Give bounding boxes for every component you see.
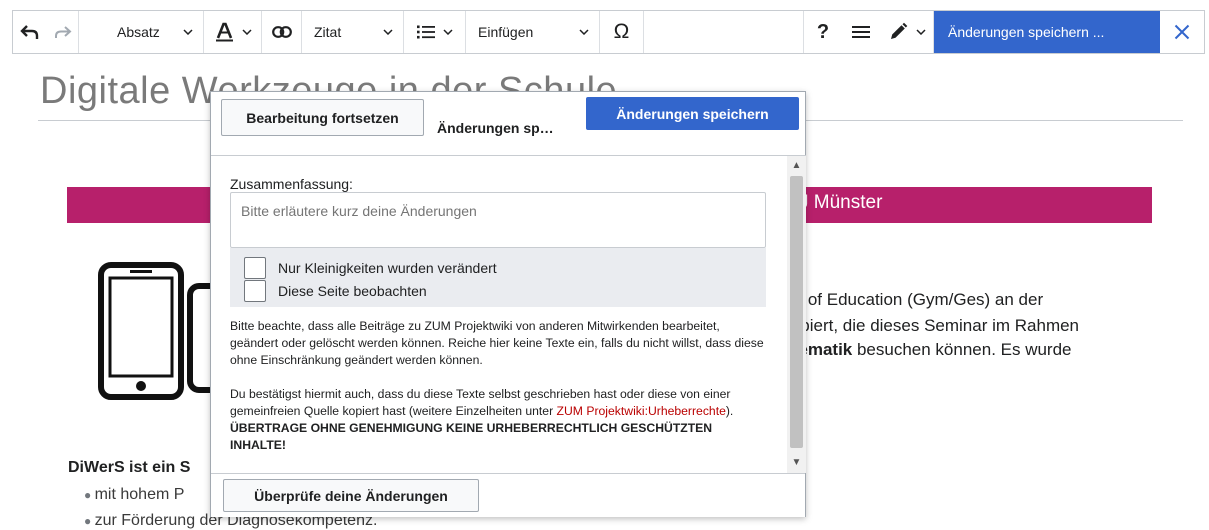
omega-icon: Ω: [613, 20, 630, 43]
chevron-down-icon: [183, 29, 193, 35]
paragraph-format-dropdown[interactable]: Absatz: [79, 11, 204, 53]
dialog-scrollbar[interactable]: ▲ ▼: [787, 155, 806, 473]
paragraph-format-label: Absatz: [117, 24, 160, 40]
minor-edit-checkbox[interactable]: [244, 257, 266, 279]
cite-dropdown[interactable]: Zitat: [302, 11, 404, 53]
chevron-down-icon: [383, 29, 393, 35]
special-characters-button[interactable]: Ω: [600, 11, 644, 53]
toolbar-spacer: [644, 11, 804, 53]
bullet-icon: ●: [84, 514, 95, 528]
insert-dropdown[interactable]: Einfügen: [466, 11, 600, 53]
redo-button[interactable]: [47, 11, 79, 53]
text-style-button[interactable]: [204, 11, 262, 53]
copyright-notice-close: ).: [725, 404, 734, 418]
watch-page-checkbox[interactable]: [244, 280, 266, 302]
section-intro: DiWerS ist ein S: [68, 459, 191, 476]
body-text-line-3: hematik besuchen können. Es wurde: [788, 340, 1072, 360]
bullet-icon: ●: [84, 488, 95, 502]
chevron-down-icon: [579, 29, 589, 35]
save-changes-button[interactable]: Änderungen speichern: [586, 97, 799, 130]
close-editor-button[interactable]: [1160, 11, 1204, 53]
chevron-down-icon: [915, 29, 926, 35]
insert-label: Einfügen: [478, 24, 534, 40]
summary-input[interactable]: [230, 192, 766, 248]
list-dropdown[interactable]: [404, 11, 466, 53]
page-options-button[interactable]: [842, 11, 880, 53]
scroll-up-icon[interactable]: ▲: [787, 158, 806, 174]
toolbar-save-changes-button[interactable]: Änderungen speichern ...: [934, 11, 1160, 53]
dialog-title: Änderungen sp…: [437, 120, 554, 136]
link-icon: [271, 26, 292, 38]
undo-button[interactable]: [13, 11, 47, 53]
menu-icon: [852, 26, 870, 38]
scrollbar-thumb[interactable]: [790, 176, 803, 448]
save-changes-dialog: Bearbeitung fortsetzen Änderungen sp… Än…: [210, 91, 806, 517]
copyright-policy-link[interactable]: ZUM Projektwiki:Urheberrechte: [557, 404, 726, 418]
copyright-warning: ÜBERTRAGE OHNE GENEHMIGUNG KEINE URHEBER…: [230, 421, 713, 452]
watch-page-option[interactable]: Diese Seite beobachten: [244, 280, 427, 302]
review-changes-button[interactable]: Überprüfe deine Änderungen: [223, 479, 479, 512]
list-item: ● mit hohem P: [84, 486, 184, 504]
toolbar-save-label: Änderungen speichern ...: [948, 24, 1105, 40]
dialog-footer: Überprüfe deine Änderungen: [211, 473, 805, 517]
editor-toolbar: Absatz Zitat Einfügen Ω ? Änderungen spe…: [12, 10, 1205, 54]
save-options: Nur Kleinigkeiten wurden verändert Diese…: [230, 248, 766, 307]
copyright-notice: Du bestätigst hiermit auch, dass du dies…: [230, 386, 770, 454]
minor-edit-option[interactable]: Nur Kleinigkeiten wurden verändert: [244, 257, 497, 279]
redo-icon: [54, 26, 71, 38]
pencil-icon: [890, 22, 907, 39]
cite-label: Zitat: [314, 24, 342, 40]
undo-icon: [20, 25, 39, 39]
smartphone-tablet-icon: [98, 262, 218, 400]
help-button[interactable]: ?: [804, 11, 842, 53]
text-style-icon: [215, 22, 233, 42]
summary-label: Zusammenfassung:: [230, 176, 353, 192]
scroll-down-icon[interactable]: ▼: [787, 455, 806, 471]
close-icon: [1174, 24, 1190, 40]
banner-text: J Münster: [799, 192, 883, 213]
watch-page-label: Diese Seite beobachten: [278, 283, 427, 299]
license-notice: Bitte beachte, dass alle Beiträge zu ZUM…: [230, 319, 764, 367]
continue-editing-button[interactable]: Bearbeitung fortsetzen: [221, 99, 424, 136]
bullet-list-icon: [416, 25, 435, 39]
link-button[interactable]: [262, 11, 302, 53]
help-icon: ?: [816, 20, 830, 43]
body-text-line-2: zipiert, die dieses Seminar im Rahmen: [788, 316, 1080, 335]
list-item-text: mit hohem P: [94, 486, 185, 503]
body-text-line-3-rest: besuchen können. Es wurde: [852, 340, 1072, 359]
body-text-line-1: er of Education (Gym/Ges) an der: [788, 290, 1044, 309]
chevron-down-icon: [241, 29, 252, 35]
minor-edit-label: Nur Kleinigkeiten wurden verändert: [278, 260, 497, 276]
chevron-down-icon: [442, 29, 453, 35]
edit-mode-dropdown[interactable]: [880, 11, 934, 53]
